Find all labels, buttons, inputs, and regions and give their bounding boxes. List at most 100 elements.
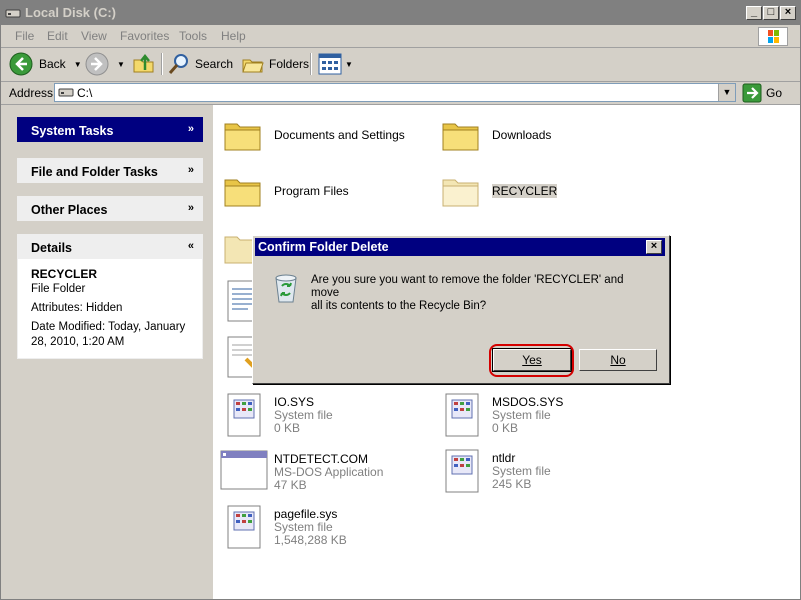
folder-icon [442, 123, 479, 151]
forward-button[interactable]: ▼ [85, 52, 125, 76]
forward-dropdown-icon[interactable]: ▼ [117, 60, 125, 69]
details-modified-line1: Date Modified: Today, January [31, 321, 186, 333]
task-pane: System Tasks » File and Folder Tasks » O… [1, 105, 213, 599]
views-dropdown-icon: ▼ [345, 59, 353, 69]
address-bar: Address C:\ ▼ Go [1, 82, 800, 105]
file-size: 47 KB [274, 478, 307, 492]
highlight-ring [489, 344, 574, 377]
file-name: IO.SYS [274, 395, 315, 409]
up-folder-button[interactable] [132, 52, 156, 76]
close-button[interactable]: × [780, 6, 796, 20]
file-name: ntldr [492, 451, 516, 465]
details-name: RECYCLER [31, 267, 98, 281]
collapse-chevron-icon[interactable]: « [188, 240, 194, 252]
dialog-title-bar[interactable]: Confirm Folder Delete × [255, 238, 665, 256]
address-label: Address [9, 86, 54, 100]
details-attributes: Attributes: Hidden [31, 302, 123, 314]
file-type: System file [274, 520, 333, 534]
system-file-icon [227, 393, 261, 437]
other-places-panel: Other Places » [17, 196, 203, 221]
title-bar[interactable]: Local Disk (C:) _ □ × [1, 1, 800, 25]
recycle-bin-icon [275, 274, 297, 303]
folder-name: Program Files [274, 184, 349, 198]
system-tasks-header[interactable]: System Tasks » [17, 117, 203, 142]
menu-view[interactable]: View [81, 29, 107, 43]
hidden-folder-icon [442, 179, 479, 207]
file-name: NTDETECT.COM [274, 452, 368, 466]
dialog-message-line1: Are you sure you want to remove the fold… [311, 274, 624, 299]
folders-button[interactable]: Folders [241, 52, 309, 76]
address-dropdown-icon[interactable]: ▼ [718, 84, 735, 101]
other-places-header[interactable]: Other Places » [17, 196, 203, 221]
no-button[interactable]: No [579, 349, 657, 371]
file-type: System file [492, 408, 551, 422]
drive-icon [5, 9, 21, 18]
file-folder-tasks-panel: File and Folder Tasks » [17, 158, 203, 183]
menu-help[interactable]: Help [221, 29, 246, 43]
maximize-button[interactable]: □ [763, 6, 779, 20]
search-label: Search [195, 57, 234, 71]
menu-edit[interactable]: Edit [47, 29, 68, 43]
file-type: System file [274, 408, 333, 422]
no-label: No [610, 353, 626, 367]
file-size: 245 KB [492, 477, 532, 491]
search-button[interactable]: Search [167, 52, 233, 76]
expand-chevron-icon[interactable]: » [188, 164, 194, 176]
file-type: MS-DOS Application [274, 465, 384, 479]
dialog-title: Confirm Folder Delete [258, 240, 389, 254]
menu-tools[interactable]: Tools [179, 29, 207, 43]
window-title: Local Disk (C:) [25, 5, 117, 20]
system-file-icon [227, 505, 261, 549]
file-folder-tasks-title: File and Folder Tasks [31, 165, 158, 179]
folder-icon [224, 179, 261, 207]
confirm-folder-delete-dialog: Confirm Folder Delete × Are you sure you… [252, 235, 670, 384]
back-dropdown-icon[interactable]: ▼ [74, 60, 82, 69]
details-body: RECYCLER File Folder Attributes: Hidden … [17, 259, 203, 359]
file-size: 1,548,288 KB [274, 533, 347, 547]
back-arrow-icon [9, 52, 33, 76]
folders-icon [242, 59, 264, 73]
expand-chevron-icon[interactable]: » [188, 123, 194, 135]
menu-file[interactable]: File [15, 29, 34, 43]
file-size: 0 KB [274, 421, 301, 435]
minimize-button[interactable]: _ [746, 6, 762, 20]
windows-logo-icon [758, 27, 788, 46]
views-button[interactable]: ▼ [318, 52, 353, 76]
views-icon [318, 53, 342, 75]
details-header[interactable]: Details « [17, 234, 203, 259]
toolbar-separator [161, 53, 163, 75]
toolbar: Back ▼ ▼ Search Folders ▼ [1, 48, 800, 82]
details-panel: Details « RECYCLER File Folder Attribute… [17, 234, 203, 359]
drive-icon [58, 88, 74, 97]
forward-arrow-icon [85, 52, 109, 76]
details-modified-line2: 28, 2010, 1:20 AM [31, 336, 125, 348]
file-size: 0 KB [492, 421, 519, 435]
menu-favorites[interactable]: Favorites [120, 29, 169, 43]
back-button[interactable]: Back ▼ [9, 52, 82, 76]
expand-chevron-icon[interactable]: » [188, 202, 194, 214]
folder-icon [224, 123, 261, 151]
folder-name: RECYCLER [492, 184, 558, 198]
folders-label: Folders [269, 57, 310, 71]
system-tasks-title: System Tasks [31, 124, 114, 138]
back-label: Back [39, 57, 66, 71]
dialog-message-line2: all its contents to the Recycle Bin? [311, 300, 487, 312]
go-label: Go [766, 86, 783, 100]
dialog-close-button[interactable]: × [646, 240, 662, 254]
file-folder-tasks-header[interactable]: File and Folder Tasks » [17, 158, 203, 183]
go-button[interactable]: Go [742, 83, 782, 103]
folder-name: Downloads [492, 128, 552, 142]
up-folder-icon [133, 53, 154, 73]
details-type: File Folder [31, 283, 86, 295]
file-name: MSDOS.SYS [492, 395, 564, 409]
file-name: pagefile.sys [274, 507, 338, 521]
file-type: System file [492, 464, 551, 478]
system-tasks-panel: System Tasks » [17, 117, 203, 142]
menu-bar: File Edit View Favorites Tools Help [1, 25, 800, 48]
address-value: C:\ [77, 86, 93, 100]
system-file-icon [445, 449, 479, 493]
toolbar-separator [310, 53, 312, 75]
search-icon [168, 54, 188, 74]
address-input[interactable]: C:\ ▼ [54, 83, 736, 102]
details-title: Details [31, 241, 72, 255]
